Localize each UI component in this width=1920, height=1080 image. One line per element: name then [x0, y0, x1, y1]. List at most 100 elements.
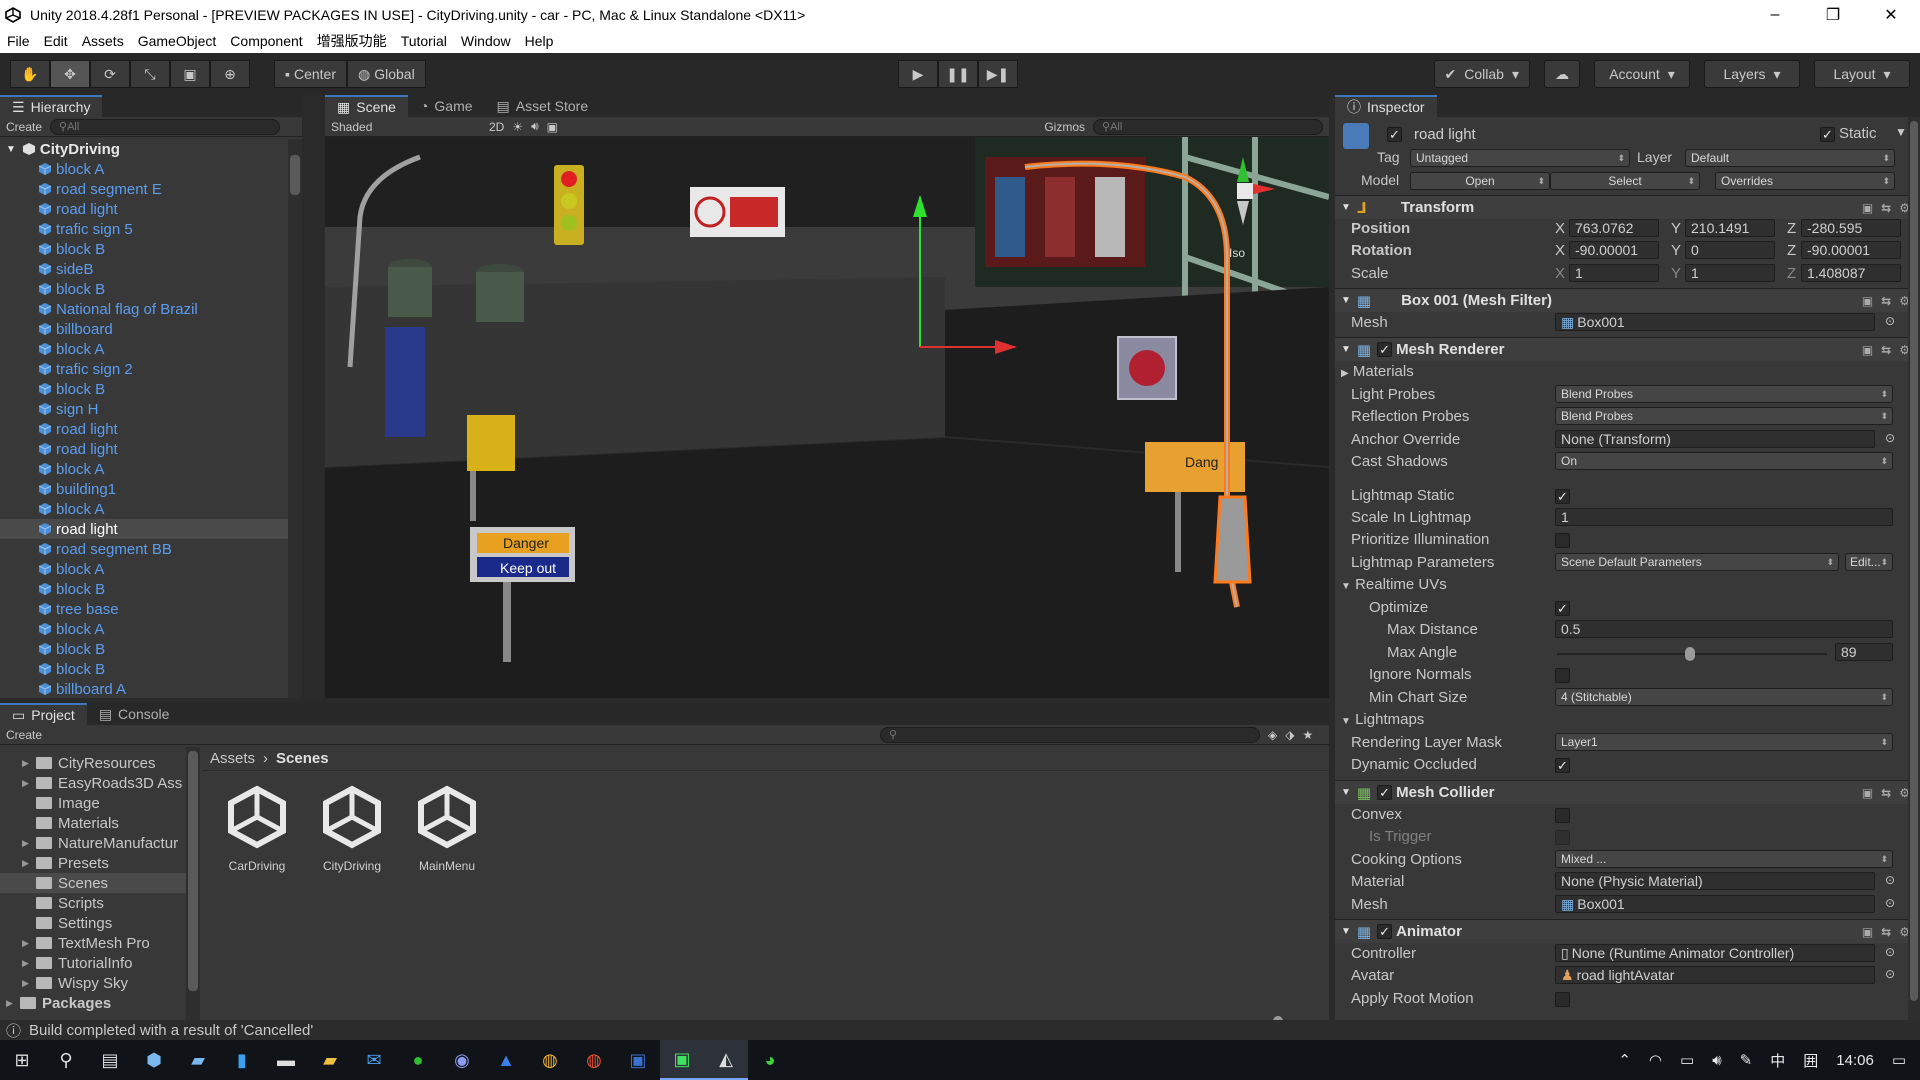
dynamic-occluded-checkbox[interactable]: ✓	[1555, 758, 1570, 773]
terminal-icon[interactable]: ▬	[264, 1040, 308, 1080]
hierarchy-item[interactable]: road light	[0, 519, 302, 539]
mesh-renderer-header[interactable]: ▼ ▦ ✓ Mesh Renderer ▣ ⇆ ⚙	[1335, 337, 1920, 361]
hierarchy-item[interactable]: National flag of Brazil	[0, 299, 302, 319]
expand-arrow-icon[interactable]: ▶	[22, 778, 36, 789]
mesh-renderer-enabled-checkbox[interactable]: ✓	[1377, 342, 1393, 357]
active-checkbox[interactable]: ✓	[1387, 127, 1402, 142]
preset-icon[interactable]: ⇆	[1881, 925, 1891, 939]
folder-item[interactable]: ▶ EasyRoads3D Ass	[0, 773, 200, 793]
optimize-checkbox[interactable]: ✓	[1555, 601, 1570, 616]
folder-tree-scrollbar[interactable]	[186, 747, 200, 1030]
caret-down-icon[interactable]: ▼	[1895, 125, 1907, 139]
volume-icon[interactable]: 🔊︎	[1712, 1052, 1721, 1069]
tab-inspector[interactable]: ⓘ Inspector	[1335, 95, 1437, 117]
reference-icon[interactable]: ▣	[1862, 201, 1873, 215]
ime-indicator[interactable]: 中	[1770, 1050, 1785, 1071]
hierarchy-item[interactable]: block B	[0, 579, 302, 599]
menu-window[interactable]: Window	[454, 33, 518, 49]
expand-arrow-icon[interactable]: ▶	[22, 858, 36, 869]
cloud-button[interactable]: ☁	[1544, 60, 1580, 88]
folder-item[interactable]: Settings	[0, 913, 200, 933]
hierarchy-item[interactable]: block A	[0, 559, 302, 579]
animator-header[interactable]: ▼ ▦ ✓ Animator ▣ ⇆ ⚙	[1335, 919, 1920, 943]
project-create-dropdown[interactable]: Create	[6, 728, 42, 742]
filter-type-icon[interactable]: ◈	[1268, 728, 1277, 742]
static-checkbox[interactable]: ✓	[1820, 127, 1835, 142]
menu-edit[interactable]: Edit	[37, 33, 75, 49]
app-launcher-icon[interactable]: ▮	[220, 1040, 264, 1080]
expand-arrow-icon[interactable]: ▶	[22, 838, 36, 849]
physic-material-field[interactable]: None (Physic Material)	[1555, 872, 1875, 890]
hierarchy-item[interactable]: block A	[0, 339, 302, 359]
preset-icon[interactable]: ⇆	[1881, 343, 1891, 357]
preset-icon[interactable]: ⇆	[1881, 201, 1891, 215]
hierarchy-item[interactable]: block A	[0, 619, 302, 639]
collab-dropdown[interactable]: ✔ Collab ▾	[1433, 60, 1530, 88]
create-dropdown[interactable]: Create	[6, 120, 42, 134]
notification-icon[interactable]: ▭	[1892, 1051, 1906, 1069]
hierarchy-search-input[interactable]: ⚲ All	[50, 118, 281, 135]
pause-button[interactable]: ❚❚	[938, 60, 978, 88]
favorite-star-icon[interactable]: ★	[1303, 728, 1314, 742]
object-picker-icon[interactable]: ⊙	[1885, 945, 1895, 959]
scene-asset[interactable]: CityDriving	[307, 781, 397, 873]
lighting-icon[interactable]: ☀	[512, 120, 523, 134]
close-button[interactable]: ✕	[1862, 0, 1920, 29]
folder-item[interactable]: ▶ CityResources	[0, 753, 200, 773]
mesh-filter-header[interactable]: ▼ ▦ Box 001 (Mesh Filter) ▣ ⇆ ⚙	[1335, 288, 1920, 312]
scale-tool-icon[interactable]: ⤡	[130, 60, 170, 88]
task-view-icon[interactable]: ▤	[88, 1040, 132, 1080]
step-button[interactable]: ▶❚	[978, 60, 1018, 88]
position-z-field[interactable]: -280.595	[1801, 219, 1901, 237]
scene-viewport[interactable]: Danger Keep out Dang Iso	[325, 137, 1329, 698]
scale-y-field[interactable]: 1	[1685, 264, 1775, 282]
packages-folder[interactable]: ▶ Packages	[0, 993, 200, 1013]
rotation-z-field[interactable]: -90.00001	[1801, 241, 1901, 259]
discord-icon[interactable]: ◉	[440, 1040, 484, 1080]
mesh-collider-enabled-checkbox[interactable]: ✓	[1377, 785, 1393, 800]
file-explorer-icon[interactable]: ▰	[308, 1040, 352, 1080]
play-button[interactable]: ▶	[898, 60, 938, 88]
apply-root-motion-checkbox[interactable]	[1555, 992, 1570, 1007]
app-launcher-icon[interactable]: ●	[396, 1040, 440, 1080]
maximize-button[interactable]: ❐	[1804, 0, 1862, 29]
wechat-icon[interactable]: ◕	[748, 1040, 792, 1080]
pivot-center-button[interactable]: ▪ Center	[274, 60, 347, 88]
max-angle-field[interactable]: 89	[1835, 643, 1893, 661]
scene-root[interactable]: ▼ CityDriving	[0, 139, 302, 159]
clock[interactable]: 14:06	[1836, 1052, 1874, 1069]
tab-asset-store[interactable]: ▤ Asset Store	[485, 95, 601, 117]
audio-icon[interactable]: 🔊︎	[531, 119, 539, 134]
app-launcher-icon[interactable]: ▣	[616, 1040, 660, 1080]
app-launcher-icon[interactable]: ▰	[176, 1040, 220, 1080]
hierarchy-item[interactable]: billboard A	[0, 679, 302, 698]
expand-arrow-icon[interactable]: ▶	[22, 938, 36, 949]
scale-z-field[interactable]: 1.408087	[1801, 264, 1901, 282]
pen-icon[interactable]: ✎	[1740, 1051, 1753, 1069]
tab-project[interactable]: ▭ Project	[0, 703, 87, 725]
project-search-input[interactable]: ⚲	[880, 726, 1261, 743]
ime-mode-icon[interactable]: 囲	[1803, 1050, 1818, 1071]
preset-icon[interactable]: ⇆	[1881, 294, 1891, 308]
wifi-icon[interactable]: ◠	[1649, 1051, 1662, 1069]
hierarchy-item[interactable]: block B	[0, 639, 302, 659]
expand-arrow-icon[interactable]: ▶	[22, 978, 36, 989]
hierarchy-item[interactable]: block B	[0, 659, 302, 679]
rect-tool-icon[interactable]: ▣	[170, 60, 210, 88]
hierarchy-item[interactable]: road light	[0, 419, 302, 439]
pivot-global-button[interactable]: ◍ Global	[347, 60, 426, 88]
expand-arrow-icon[interactable]: ▶	[22, 958, 36, 969]
expand-arrow-icon[interactable]: ▶	[6, 998, 20, 1009]
collider-mesh-field[interactable]: ▦ Box001	[1555, 895, 1875, 913]
mesh-field[interactable]: ▦ Box001	[1555, 313, 1875, 331]
cooking-options-dropdown[interactable]: Mixed ...	[1555, 850, 1893, 868]
effects-icon[interactable]: ▣	[547, 120, 558, 134]
hierarchy-item[interactable]: sideB	[0, 259, 302, 279]
minimize-button[interactable]: –	[1746, 0, 1804, 29]
folder-item[interactable]: Scenes	[0, 873, 200, 893]
hierarchy-item[interactable]: block A	[0, 459, 302, 479]
model-overrides-dropdown[interactable]: Overrides	[1715, 172, 1895, 190]
reference-icon[interactable]: ▣	[1862, 294, 1873, 308]
expand-arrow-icon[interactable]: ▶	[22, 758, 36, 769]
rotation-y-field[interactable]: 0	[1685, 241, 1775, 259]
